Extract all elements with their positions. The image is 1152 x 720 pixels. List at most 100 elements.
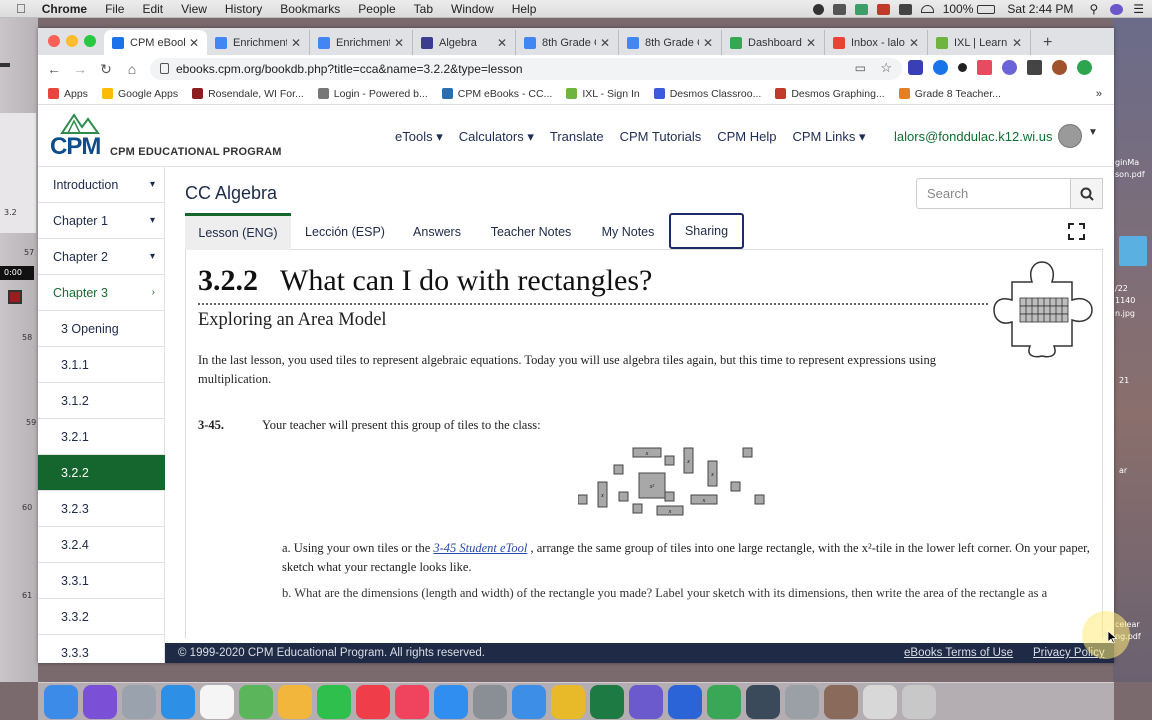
sidebar-item[interactable]: 3.2.4	[38, 527, 165, 563]
menu-view[interactable]: View	[181, 2, 207, 16]
dock-notes-icon[interactable]	[512, 684, 546, 719]
sidebar-item[interactable]: 3.2.1	[38, 419, 165, 455]
bookmark-item[interactable]: Apps	[48, 88, 88, 100]
search-input[interactable]: Search	[916, 178, 1071, 209]
profile-avatar-icon[interactable]	[1052, 60, 1067, 75]
bookmark-item[interactable]: Desmos Classroo...	[653, 88, 761, 100]
clock[interactable]: Sat 2:44 PM	[1007, 2, 1073, 16]
dock-photo-icon[interactable]	[824, 684, 858, 719]
gear-status-icon[interactable]	[812, 3, 824, 15]
sidebar-item[interactable]: 3.2.2	[38, 455, 165, 491]
top-nav-item[interactable]: Calculators ▾	[459, 129, 534, 145]
extension-icon[interactable]	[1002, 60, 1017, 75]
desktop-file-label[interactable]: 21	[1119, 376, 1129, 385]
desktop-file-label[interactable]: ar	[1119, 466, 1127, 475]
top-nav-item[interactable]: CPM Help	[717, 129, 776, 145]
extension-icon[interactable]	[958, 63, 967, 72]
close-tab-icon[interactable]: ✕	[497, 36, 507, 50]
back-icon[interactable]: ←	[44, 61, 64, 77]
menu-window[interactable]: Window	[451, 2, 494, 16]
extension-icon[interactable]	[933, 60, 948, 75]
dock-numbers-icon[interactable]	[707, 684, 741, 719]
dock-excel-icon[interactable]	[590, 684, 624, 719]
menu-app-chrome[interactable]: Chrome	[42, 2, 87, 16]
bookmark-item[interactable]: Login - Powered b...	[317, 88, 428, 100]
close-tab-icon[interactable]: ✕	[909, 36, 919, 50]
sidebar-item[interactable]: 3.2.3	[38, 491, 165, 527]
top-nav-item[interactable]: CPM Tutorials	[620, 129, 702, 145]
tab-leccion-esp[interactable]: Lección (ESP)	[297, 213, 393, 250]
spotlight-search-icon[interactable]: ⚲	[1089, 2, 1098, 16]
wifi-icon[interactable]	[920, 5, 934, 13]
dock-finder-icon[interactable]	[44, 684, 78, 719]
sidebar-item[interactable]: Introduction ▾	[38, 167, 165, 203]
minimize-window-icon[interactable]	[66, 35, 78, 47]
browser-tab[interactable]: 8th Grade C ✕	[619, 30, 722, 55]
browser-tab[interactable]: Algebra ✕	[413, 30, 516, 55]
dock-chrome-icon[interactable]	[551, 684, 585, 719]
browser-tab[interactable]: Dashboard ✕	[722, 30, 825, 55]
browser-tab[interactable]: CPM eBook ✕	[104, 30, 207, 55]
dock-maps-icon[interactable]	[239, 684, 273, 719]
extension-icon[interactable]	[908, 60, 923, 75]
new-tab-button[interactable]: +	[1043, 30, 1052, 55]
close-tab-icon[interactable]: ✕	[189, 36, 199, 50]
dock-launchpad-icon[interactable]	[122, 684, 156, 719]
cast-status-icon[interactable]	[898, 3, 912, 15]
sidebar-item[interactable]: 3.3.2	[38, 599, 165, 635]
battery-icon[interactable]	[977, 4, 996, 14]
bookmark-item[interactable]: Desmos Graphing...	[775, 88, 885, 100]
browser-tab[interactable]: 8th Grade C ✕	[516, 30, 619, 55]
bluetooth-status-icon[interactable]	[832, 3, 846, 15]
tab-answers[interactable]: Answers	[405, 213, 469, 250]
dock-appstore-icon[interactable]	[434, 684, 468, 719]
sidebar-item[interactable]: 3.3.3	[38, 635, 165, 663]
forward-icon[interactable]: →	[70, 61, 90, 77]
bookmark-item[interactable]: Google Apps	[101, 88, 178, 100]
app-status-icon[interactable]	[854, 3, 868, 15]
fullscreen-icon[interactable]	[1068, 223, 1085, 240]
search-button[interactable]	[1071, 178, 1103, 209]
browser-tab[interactable]: Enrichment ✕	[207, 30, 310, 55]
dock-safari-icon[interactable]	[161, 684, 195, 719]
reload-icon[interactable]: ↻	[96, 61, 116, 78]
bookmark-item[interactable]: IXL - Sign In	[566, 88, 640, 100]
bookmark-star-icon[interactable]: ☆	[880, 60, 892, 76]
dock-photos-icon[interactable]	[278, 684, 312, 719]
desktop-file-label[interactable]: 1140	[1115, 296, 1135, 305]
bookmark-item[interactable]: Grade 8 Teacher...	[898, 88, 1001, 100]
browser-tab[interactable]: IXL | Learn ✕	[928, 30, 1031, 55]
more-bookmarks-icon[interactable]: »	[1096, 88, 1102, 100]
desktop-file-label[interactable]: son.pdf	[1115, 170, 1145, 179]
home-icon[interactable]: ⌂	[122, 61, 142, 77]
dock-help-icon[interactable]	[785, 684, 819, 719]
dock-calendar-icon[interactable]	[200, 684, 234, 719]
browser-tab[interactable]: Inbox - lalo ✕	[825, 30, 928, 55]
user-email[interactable]: lalors@fonddulac.k12.wi.us	[894, 129, 1052, 144]
logo-subtitle[interactable]: CPM EDUCATIONAL PROGRAM	[110, 146, 282, 158]
dock-siri-icon[interactable]	[83, 684, 117, 719]
desktop-file-label[interactable]: /22	[1115, 284, 1128, 293]
student-etool-link[interactable]: 3-45 Student eTool	[433, 541, 527, 555]
zoom-window-icon[interactable]	[84, 35, 96, 47]
url-text[interactable]: ebooks.cpm.org/bookdb.php?title=cca&name…	[176, 62, 523, 76]
tab-sharing[interactable]: Sharing	[669, 213, 744, 249]
dock-quicktime-icon[interactable]	[746, 684, 780, 719]
apple-menu-icon[interactable]: 	[16, 1, 26, 16]
record-status-icon[interactable]	[876, 3, 890, 15]
extension-icon[interactable]	[977, 60, 992, 75]
notification-center-icon[interactable]: ☰	[1133, 2, 1144, 16]
top-nav-item[interactable]: eTools ▾	[395, 129, 443, 145]
tab-my-notes[interactable]: My Notes	[591, 213, 665, 250]
sidebar-item[interactable]: 3 Opening	[38, 311, 165, 347]
cpm-logo-icon[interactable]	[60, 111, 100, 135]
bookmark-item[interactable]: Rosendale, WI For...	[192, 88, 304, 100]
top-nav-item[interactable]: CPM Links ▾	[793, 129, 866, 145]
menu-tab[interactable]: Tab	[414, 2, 433, 16]
tab-lesson-eng[interactable]: Lesson (ENG)	[185, 213, 291, 250]
close-tab-icon[interactable]: ✕	[1012, 36, 1022, 50]
lock-icon[interactable]	[160, 63, 169, 74]
menu-bookmarks[interactable]: Bookmarks	[280, 2, 340, 16]
menu-help[interactable]: Help	[512, 2, 537, 16]
dock-news-icon[interactable]	[356, 684, 390, 719]
